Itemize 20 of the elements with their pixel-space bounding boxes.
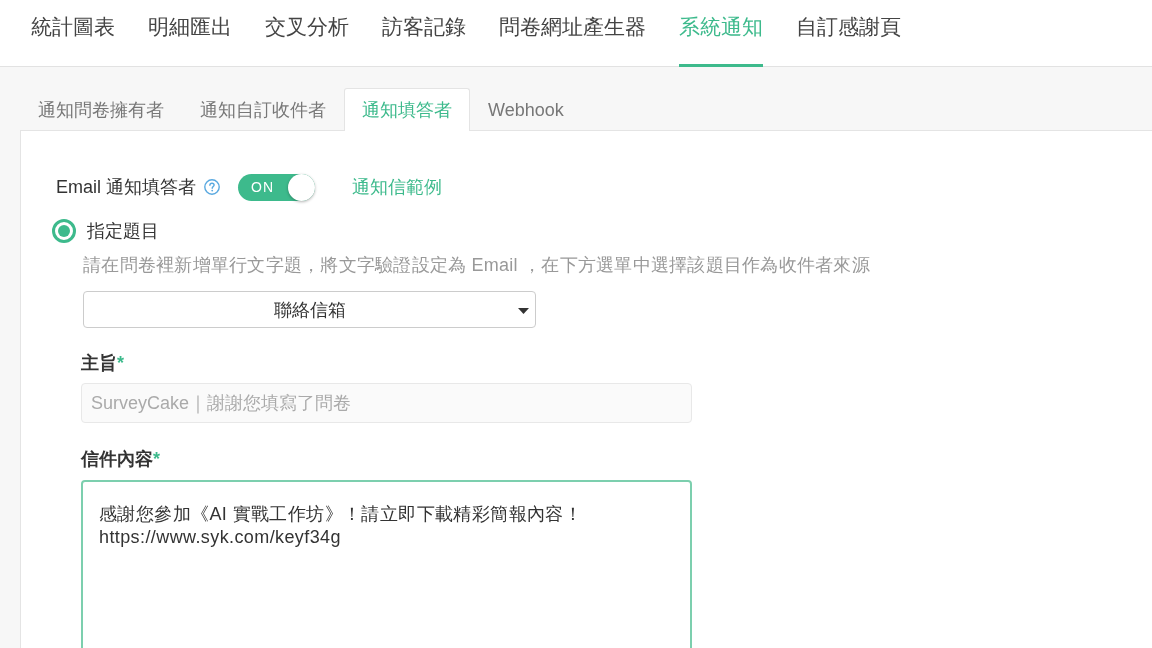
sub-tab[interactable]: 通知問卷擁有者 (20, 88, 182, 131)
help-icon[interactable] (204, 179, 220, 195)
nav-tab[interactable]: 明細匯出 (148, 0, 232, 67)
caret-icon (518, 308, 529, 314)
option-label: 指定題目 (87, 220, 159, 243)
nav-tab[interactable]: 訪客記錄 (382, 0, 466, 67)
subject-field[interactable]: SurveyCake｜謝謝您填寫了問卷 (81, 383, 692, 423)
nav-tab[interactable]: 問卷網址產生器 (499, 0, 646, 67)
sub-tab[interactable]: Webhook (470, 88, 582, 131)
sub-tab[interactable]: 通知自訂收件者 (182, 88, 344, 131)
hint-text: 請在問卷裡新增單行文字題，將文字驗證設定為 Email ，在下方選單中選擇該題目作為收件者來源 (83, 254, 870, 277)
field-label: 信件內容* (81, 448, 160, 471)
nav-tab[interactable]: 自訂感謝頁 (796, 0, 901, 67)
nav-tab[interactable]: 統計圖表 (31, 0, 115, 67)
field-label: 主旨* (81, 352, 124, 375)
nav-tab[interactable]: 交叉分析 (265, 0, 349, 67)
setting-label: Email 通知填答者 (56, 176, 196, 199)
question-select[interactable]: 聯絡信箱 (83, 291, 536, 328)
message-field[interactable]: 感謝您參加《AI 實戰工作坊》！請立即下載精彩簡報內容！ https://www.syk.com/keyf34g (81, 480, 692, 648)
radio-button[interactable] (52, 219, 76, 243)
